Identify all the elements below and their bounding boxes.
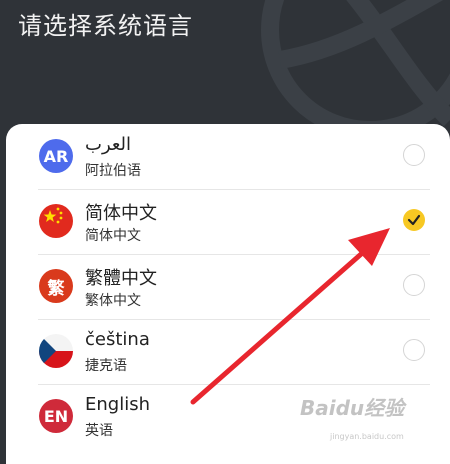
icon-text: 繁 bbox=[47, 278, 65, 299]
ar-badge-icon: AR bbox=[39, 139, 73, 173]
language-name: čeština bbox=[85, 329, 150, 350]
radio-button[interactable] bbox=[403, 339, 425, 361]
globe-icon bbox=[261, 0, 450, 139]
language-item-simplified-chinese[interactable]: 简体中文 简体中文 bbox=[38, 189, 430, 255]
czech-flag-icon bbox=[39, 334, 73, 368]
language-subtitle: 阿拉伯语 bbox=[85, 163, 141, 179]
radio-button-checked[interactable] bbox=[403, 209, 425, 231]
language-subtitle: 繁体中文 bbox=[85, 293, 141, 309]
language-subtitle: 简体中文 bbox=[85, 228, 141, 244]
en-badge-icon: EN bbox=[39, 399, 73, 433]
icon-text: EN bbox=[43, 406, 69, 426]
china-flag-icon bbox=[39, 204, 73, 238]
language-subtitle: 英语 bbox=[85, 423, 113, 439]
language-subtitle: 捷克语 bbox=[85, 358, 127, 374]
language-name: 简体中文 bbox=[85, 203, 157, 224]
language-name: English bbox=[85, 394, 150, 415]
radio-button[interactable] bbox=[403, 274, 425, 296]
page-title: 请选择系统语言 bbox=[18, 12, 193, 40]
language-item-arabic[interactable]: AR العرب 阿拉伯语 bbox=[38, 124, 430, 190]
watermark: Baidu经验 bbox=[300, 396, 405, 420]
language-name: 繁體中文 bbox=[85, 268, 157, 289]
icon-text: AR bbox=[43, 146, 69, 166]
language-item-traditional-chinese[interactable]: 繁 繁體中文 繁体中文 bbox=[38, 254, 430, 320]
traditional-badge-icon: 繁 bbox=[39, 269, 73, 303]
checkmark-icon bbox=[407, 214, 421, 226]
radio-button[interactable] bbox=[403, 144, 425, 166]
language-name: العرب bbox=[85, 134, 132, 155]
watermark-url: jingyan.baidu.com bbox=[330, 432, 404, 441]
language-item-czech[interactable]: čeština 捷克语 bbox=[38, 319, 430, 385]
